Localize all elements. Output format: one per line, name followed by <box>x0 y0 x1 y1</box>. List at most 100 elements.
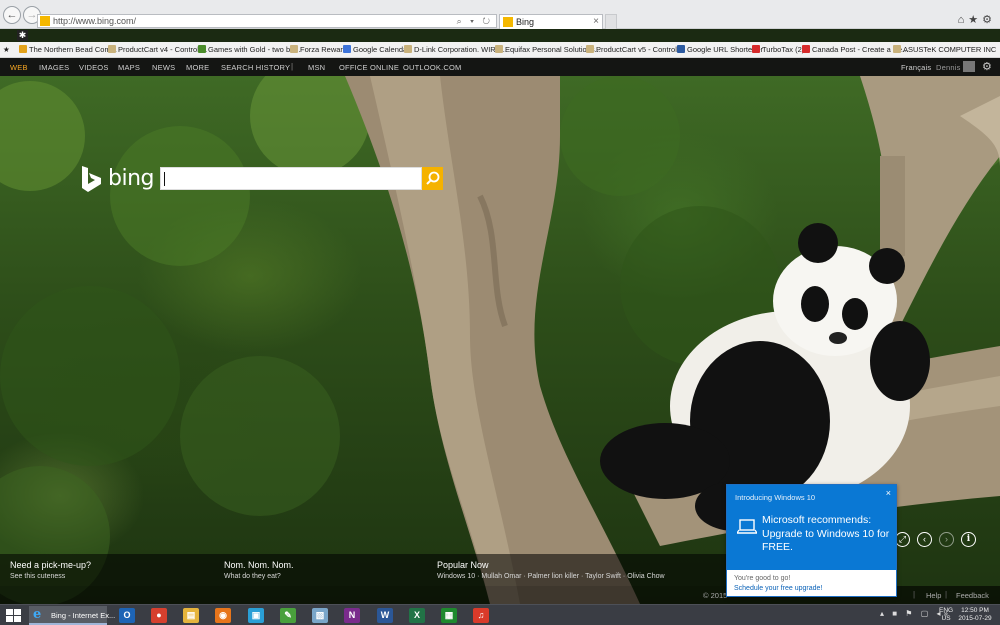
notification-message: Microsoft recommends: Upgrade to Windows… <box>762 514 890 553</box>
address-bar[interactable]: http://www.bing.com/ ⌕ ▾ ↻ <box>37 14 497 28</box>
new-tab-button[interactable] <box>605 14 617 29</box>
favorite-item[interactable]: Equifax Personal Solutions... <box>495 44 601 55</box>
favorite-favicon-icon <box>586 45 594 53</box>
nav-divider: | <box>291 62 294 71</box>
nav-language[interactable]: Français <box>901 63 931 72</box>
favorites-star-icon[interactable]: ★ <box>3 44 10 55</box>
favorite-item[interactable]: Forza Rewards <box>290 44 351 55</box>
favorite-item[interactable]: Google URL Shortener <box>677 44 763 55</box>
hotspot-nom-nom[interactable]: Nom. Nom. Nom. What do they eat? <box>224 560 294 583</box>
next-image-button[interactable]: › <box>939 532 954 547</box>
taskbar-word-icon[interactable]: W <box>377 608 393 623</box>
nav-search-history[interactable]: SEARCH HISTORY <box>221 63 290 72</box>
tab-label: Bing <box>516 17 535 27</box>
windows-start-icon[interactable] <box>4 608 22 623</box>
favorite-item[interactable]: TurboTax (2) <box>752 44 804 55</box>
image-info-icon[interactable]: i <box>961 532 976 547</box>
popular-link[interactable]: Palmer lion killer <box>528 573 579 580</box>
nav-user-name[interactable]: Dennis <box>936 63 961 72</box>
address-text: http://www.bing.com/ <box>53 16 137 26</box>
taskbar-music-icon[interactable]: ♫ <box>473 608 489 623</box>
favorite-favicon-icon <box>495 45 503 53</box>
favorite-favicon-icon <box>802 45 810 53</box>
favorite-item[interactable]: D-Link Corporation. WIRE... <box>404 44 507 55</box>
taskbar-xbox-store-icon[interactable]: ▦ <box>441 608 457 623</box>
popular-link[interactable]: Taylor Swift <box>585 573 621 580</box>
nav-videos[interactable]: VIDEOS <box>79 63 109 72</box>
popular-link[interactable]: Mullah Omar <box>481 573 521 580</box>
favorite-favicon-icon <box>677 45 685 53</box>
favorite-item[interactable]: ASUSTeK COMPUTER INC <box>893 44 996 55</box>
windows-taskbar: e Bing - Internet Ex... O ● ▤ ◉ ▣ ✎ ▧ N W X ▦ ♫ ▴ ■… <box>0 604 1000 625</box>
search-input[interactable] <box>161 168 421 189</box>
internet-explorer-icon: e <box>33 607 42 622</box>
taskbar-chrome-icon[interactable]: ● <box>151 608 167 623</box>
taskbar-photos-icon[interactable]: ▧ <box>312 608 328 623</box>
notification-status-text: You're good to go! <box>734 575 791 582</box>
footer-feedback-link[interactable]: Feedback <box>956 591 989 600</box>
taskbar-file-explorer-icon[interactable]: ▤ <box>183 608 199 623</box>
hotspot-pick-me-up[interactable]: Need a pick-me-up? See this cuteness <box>10 560 91 583</box>
favorite-favicon-icon <box>19 45 27 53</box>
settings-gear-icon[interactable]: ⚙ <box>982 60 992 73</box>
favorite-item[interactable]: ProductCart v5 - Control ... <box>586 44 685 55</box>
search-magnifier-icon <box>426 171 440 185</box>
taskbar-firefox-icon[interactable]: ◉ <box>215 608 231 623</box>
nav-images[interactable]: IMAGES <box>39 63 69 72</box>
taskbar-internet-explorer[interactable]: e Bing - Internet Ex... <box>29 606 115 625</box>
tab-close-icon[interactable]: × <box>593 15 599 28</box>
favorite-item[interactable]: Google Calendar <box>343 44 410 55</box>
footer-help-link[interactable]: Help <box>926 591 941 600</box>
favorite-item[interactable]: The Northern Bead Com... <box>19 44 117 55</box>
search-box[interactable] <box>160 167 422 190</box>
taskbar-notepad-icon[interactable]: ✎ <box>280 608 296 623</box>
taskbar-outlook-icon[interactable]: O <box>119 608 135 623</box>
windows10-upgrade-notification[interactable]: Introducing Windows 10 × Microsoft recom… <box>726 484 897 597</box>
notification-banner: Introducing Windows 10 × Microsoft recom… <box>727 485 896 570</box>
popular-now-links: Windows 10 · Mullah Omar · Palmer lion k… <box>437 573 665 580</box>
search-refresh-icon[interactable]: ⌕ ▾ ↻ <box>457 15 493 27</box>
laptop-icon <box>737 519 757 534</box>
tab-bing[interactable]: Bing × <box>499 14 603 29</box>
previous-image-button[interactable]: ‹ <box>917 532 932 547</box>
favorite-favicon-icon <box>198 45 206 53</box>
nav-maps[interactable]: MAPS <box>118 63 140 72</box>
input-language-indicator[interactable]: ENG US <box>939 607 953 623</box>
hotspot-strip: Need a pick-me-up? See this cuteness Nom… <box>0 554 730 586</box>
nav-web[interactable]: WEB <box>10 63 28 72</box>
popular-link[interactable]: Olivia Chow <box>627 573 664 580</box>
search-button[interactable] <box>422 167 443 190</box>
popular-now: Popular Now Windows 10 · Mullah Omar · P… <box>437 560 665 583</box>
taskbar-onenote-icon[interactable]: N <box>344 608 360 623</box>
favorites-bar: ★ The Northern Bead Com... ProductCart v… <box>0 42 1000 58</box>
pinned-site-icon[interactable]: ✱ <box>17 30 28 41</box>
browser-toolbar: ← → http://www.bing.com/ ⌕ ▾ ↻ Bing × ⌂★… <box>0 0 1000 29</box>
account-avatar-icon[interactable] <box>963 61 975 72</box>
back-button[interactable]: ← <box>3 6 21 24</box>
bing-top-nav: WEB IMAGES VIDEOS MAPS NEWS MORE SEARCH … <box>0 58 1000 76</box>
home-favorites-tools-icons[interactable]: ⌂★⚙ <box>958 13 996 26</box>
bing-tab-favicon-icon <box>503 17 513 27</box>
popular-link[interactable]: Windows 10 <box>437 573 475 580</box>
bing-b-logo-icon <box>82 166 101 192</box>
nav-more[interactable]: MORE <box>186 63 209 72</box>
nav-msn[interactable]: MSN <box>308 63 325 72</box>
nav-outlook[interactable]: OUTLOOK.COM <box>403 63 461 72</box>
bing-logo-text: bing <box>108 166 155 191</box>
taskbar-store-icon[interactable]: ▣ <box>248 608 264 623</box>
schedule-upgrade-link[interactable]: Schedule your free upgrade! <box>734 585 822 592</box>
favorite-item[interactable]: Games with Gold - two bo... <box>198 44 301 55</box>
expand-image-icon[interactable]: ⤢ <box>895 532 910 547</box>
nav-news[interactable]: NEWS <box>152 63 175 72</box>
copyright: © 2015 <box>703 591 728 600</box>
taskbar-clock[interactable]: 12:50 PM 2015-07-29 <box>958 607 992 623</box>
notification-close-icon[interactable]: × <box>886 488 891 498</box>
nav-office-online[interactable]: OFFICE ONLINE <box>339 63 399 72</box>
taskbar-excel-icon[interactable]: X <box>409 608 425 623</box>
taskbar-window-title: Bing - Internet Ex... <box>51 611 116 620</box>
favorite-favicon-icon <box>893 45 901 53</box>
bing-favicon-icon <box>40 16 50 26</box>
favorite-favicon-icon <box>404 45 412 53</box>
notification-header: Introducing Windows 10 <box>735 493 816 502</box>
favorite-item[interactable]: ProductCart v4 - Control ... <box>108 44 207 55</box>
